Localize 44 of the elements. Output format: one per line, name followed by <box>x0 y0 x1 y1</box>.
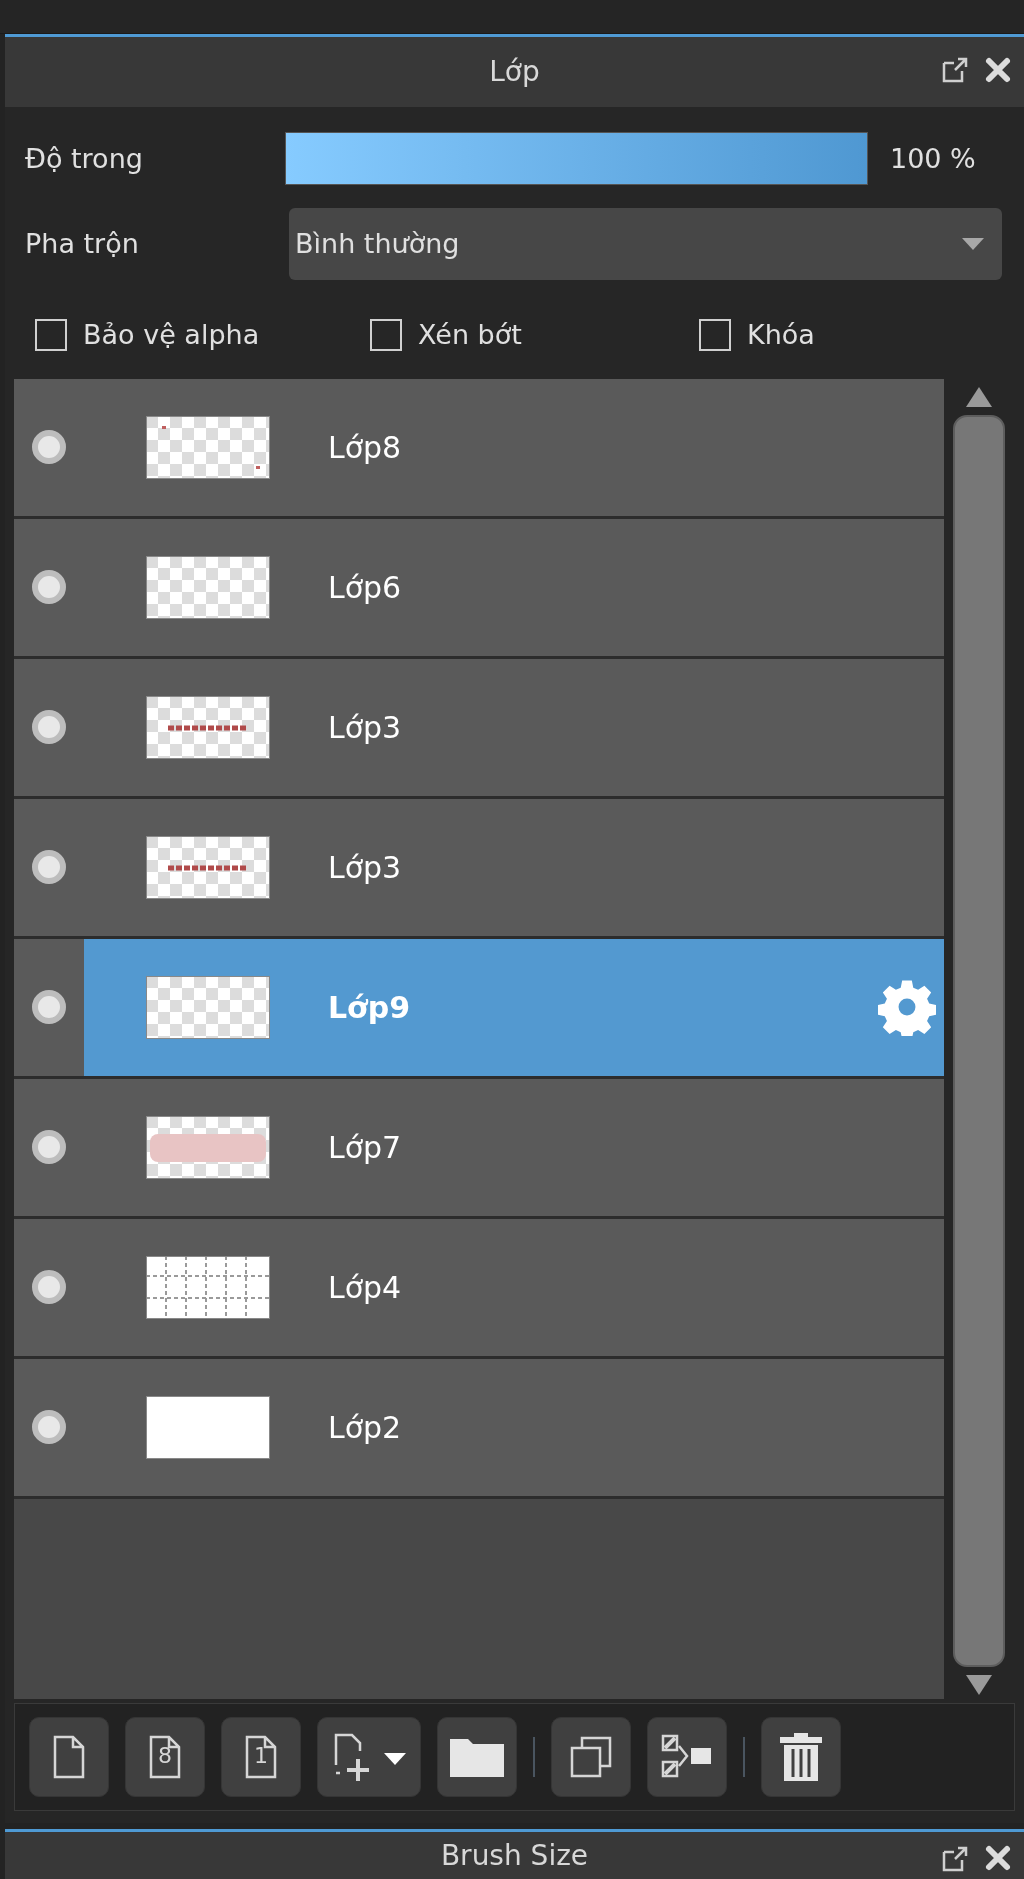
layer-name: Lớp8 <box>328 428 403 467</box>
visibility-toggle[interactable] <box>32 850 66 885</box>
visibility-toggle[interactable] <box>32 1130 66 1165</box>
gear-icon[interactable] <box>878 978 936 1037</box>
panel-title: Brush Size <box>440 1842 589 1875</box>
scrollbar-thumb[interactable] <box>953 414 1005 1667</box>
checkbox[interactable] <box>370 319 402 352</box>
folder-button[interactable] <box>437 1716 517 1797</box>
scroll-down-icon[interactable] <box>966 1674 992 1695</box>
checkbox-option[interactable]: Khóa <box>699 314 815 356</box>
layer-name: Lớp3 <box>328 708 403 747</box>
close-icon[interactable] <box>984 1844 1012 1873</box>
layer-name: Lớp6 <box>328 568 403 607</box>
opacity-value: 100 % <box>890 141 976 176</box>
visibility-toggle[interactable] <box>32 1410 66 1445</box>
close-icon[interactable] <box>984 55 1012 84</box>
checkbox-option[interactable]: Bảo vệ alpha <box>35 314 260 356</box>
duplicate-button[interactable] <box>551 1716 631 1797</box>
opacity-label: Độ trong <box>25 141 144 176</box>
caret-icon <box>962 237 984 250</box>
checkbox-option[interactable]: Xén bớt <box>370 314 522 356</box>
panel-title: Lớp <box>489 53 540 90</box>
visibility-toggle[interactable] <box>32 570 66 605</box>
blend-label: Pha trộn <box>25 226 140 261</box>
layer-name: Lớp7 <box>328 1128 403 1167</box>
visibility-toggle[interactable] <box>32 990 66 1025</box>
layer-name: Lớp9 <box>328 988 412 1027</box>
blend-dropdown[interactable]: Bình thường <box>289 207 1002 280</box>
add-layer-menu-button[interactable] <box>317 1716 421 1797</box>
merge-button[interactable] <box>647 1716 727 1797</box>
new-layer-button[interactable]: 1 <box>221 1716 301 1797</box>
scroll-up-icon[interactable] <box>966 386 992 407</box>
visibility-toggle[interactable] <box>32 710 66 745</box>
opacity-slider[interactable] <box>286 133 867 185</box>
layer-name: Lớp4 <box>328 1268 403 1307</box>
layer-name: Lớp2 <box>328 1408 403 1447</box>
new-layer-button[interactable]: 8 <box>125 1716 205 1797</box>
checkbox[interactable] <box>35 319 67 352</box>
visibility-toggle[interactable] <box>32 430 66 465</box>
delete-button[interactable] <box>761 1716 841 1797</box>
new-layer-button[interactable] <box>29 1716 109 1797</box>
layer-name: Lớp3 <box>328 848 403 887</box>
visibility-toggle[interactable] <box>32 1270 66 1305</box>
checkbox[interactable] <box>699 319 731 352</box>
